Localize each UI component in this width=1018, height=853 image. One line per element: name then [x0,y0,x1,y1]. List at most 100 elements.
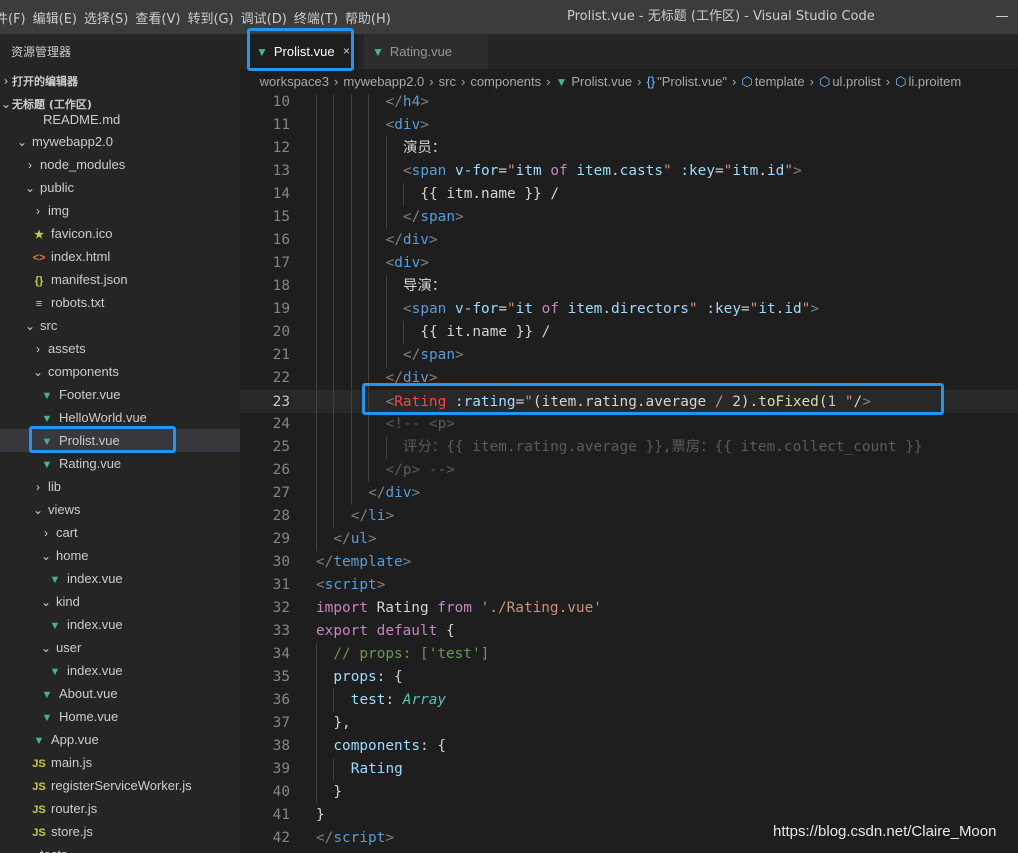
code-line[interactable]: 36 test: Array [240,689,1018,712]
code-line[interactable]: 19 <span v-for="it of item.directors" :ke… [240,298,1018,321]
menu-item[interactable]: 选择(S) [84,8,128,27]
folder-item[interactable]: ⌄ src [0,314,240,337]
code-line[interactable]: 40} [240,781,1018,804]
breadcrumb-item[interactable]: src [439,69,456,94]
tree-item-label: src [40,318,58,333]
code-line[interactable]: 29 </ul> [240,528,1018,551]
file-item[interactable]: ▼ Prolist.vue [0,429,240,452]
code-line[interactable]: 23 <Rating :rating="(item.rating.average … [240,390,1018,414]
file-item[interactable]: {} manifest.json [0,268,240,291]
file-item[interactable]: ▼ index.vue [0,659,240,682]
close-icon[interactable]: × [343,34,350,69]
file-item[interactable]: ▼ HelloWorld.vue [0,406,240,429]
folder-item[interactable]: ⌄ kind [0,590,240,613]
breadcrumb-item[interactable]: Prolist.vue [571,69,632,94]
breadcrumb-item[interactable]: ul.prolist [832,69,880,94]
file-item[interactable]: ▼ Home.vue [0,705,240,728]
breadcrumb-item[interactable]: li.proitem [908,69,961,94]
minimize-icon[interactable] [996,16,1008,17]
file-item[interactable]: ▼ Footer.vue [0,383,240,406]
code-editor[interactable]: 10 </h4> 11 <div> 12 演员： 13 <span v-for="itm of… [240,94,1018,853]
code-text: {{ it.name }} / [420,321,550,344]
code-line[interactable]: 14 {{ itm.name }} / [240,183,1018,206]
code-line[interactable]: 28 </li> [240,505,1018,528]
tree-item-label: tests [40,847,67,853]
code-line[interactable]: 26 </p> --> [240,459,1018,482]
menu-item[interactable]: 帮助(H) [345,8,391,27]
code-line[interactable]: 10 </h4> [240,94,1018,114]
folder-item[interactable]: ⌄ public [0,176,240,199]
file-item[interactable]: ≡ robots.txt [0,291,240,314]
folder-item[interactable]: › img [0,199,240,222]
code-text: import Rating from './Rating.vue' [316,597,602,620]
folder-item[interactable]: › node_modules [0,153,240,176]
file-item[interactable]: ★ favicon.ico [0,222,240,245]
code-line[interactable]: 18 导演： [240,275,1018,298]
code-line[interactable]: 15 </span> [240,206,1018,229]
file-item[interactable]: ▼ About.vue [0,682,240,705]
file-item[interactable]: JS registerServiceWorker.js [0,774,240,797]
indent-guide [333,367,335,390]
folder-item[interactable]: ⌄ home [0,544,240,567]
code-line[interactable]: 39 Rating [240,758,1018,781]
code-line[interactable]: 31 <script> [240,574,1018,597]
code-line[interactable]: 38 components: { [240,735,1018,758]
folder-item[interactable]: › assets [0,337,240,360]
folder-item[interactable]: ⌄ views [0,498,240,521]
menu-item[interactable]: 编辑(E) [33,8,77,27]
file-item[interactable]: JS main.js [0,751,240,774]
tab-rating[interactable]: ▼ Rating.vue [364,34,488,69]
code-line[interactable]: 22 </div> [240,367,1018,390]
folder-item[interactable]: ⌄ user [0,636,240,659]
breadcrumb-item[interactable]: mywebapp2.0 [343,69,424,94]
indent-guide [385,183,387,206]
code-line[interactable]: 21 </span> [240,344,1018,367]
file-item[interactable]: README.md [0,108,240,131]
breadcrumb-item[interactable]: components [470,69,541,94]
folder-item[interactable]: › lib [0,475,240,498]
folder-item[interactable]: › cart [0,521,240,544]
folder-item[interactable]: ⌄ components [0,360,240,383]
file-item[interactable]: JS router.js [0,797,240,820]
menu-item[interactable]: 查看(V) [135,8,180,27]
code-line[interactable]: 12 演员： [240,137,1018,160]
code-line[interactable]: 27 </div> [240,482,1018,505]
code-line[interactable]: 17 <div> [240,252,1018,275]
menu-item[interactable]: 终端(T) [294,8,338,27]
code-line[interactable]: 34 // props: ['test'] [240,643,1018,666]
file-item[interactable]: ▼ index.vue [0,567,240,590]
code-line[interactable]: 11 <div> [240,114,1018,137]
tab-prolist[interactable]: ▼ Prolist.vue × [248,34,358,69]
breadcrumb-item[interactable]: template [755,69,805,94]
code-token: :key [706,301,741,317]
code-line[interactable]: 24 <!-- <p> [240,413,1018,436]
menu-item[interactable]: 转到(G) [187,8,233,27]
breadcrumb-item[interactable]: "Prolist.vue" [657,69,727,94]
menu-item[interactable]: 件(F) [0,8,26,27]
tree-item-label: public [40,180,74,195]
code-line[interactable]: 25 评分：{{ item.rating.average }},票房：{{ ite… [240,436,1018,459]
file-item[interactable]: ▼ App.vue [0,728,240,751]
breadcrumb-item[interactable]: workspace3 [260,69,329,94]
code-token: " [507,163,516,179]
code-line[interactable]: 33 export default { [240,620,1018,643]
file-item[interactable]: ▼ index.vue [0,613,240,636]
code-line[interactable]: 32 import Rating from './Rating.vue' [240,597,1018,620]
code-token: it [758,301,776,317]
code-line[interactable]: 30 </template> [240,551,1018,574]
code-line[interactable]: 13 <span v-for="itm of item.casts" :key="… [240,160,1018,183]
code-line[interactable]: 37}, [240,712,1018,735]
file-item[interactable]: <> index.html [0,245,240,268]
code-line[interactable]: 35 props: { [240,666,1018,689]
code-line[interactable]: 16 </div> [240,229,1018,252]
file-item[interactable]: ▼ Rating.vue [0,452,240,475]
tree-item-label: kind [56,594,80,609]
code-line[interactable]: 20 {{ it.name }} / [240,321,1018,344]
code-token: (item.rating.average [532,394,715,410]
indent-guide [316,137,317,160]
open-editors-section[interactable]: › 打开的编辑器 [0,70,78,92]
menu-item[interactable]: 调试(D) [241,8,287,27]
folder-item[interactable]: › tests [0,843,240,853]
folder-item[interactable]: ⌄ mywebapp2.0 [0,130,240,153]
file-item[interactable]: JS store.js [0,820,240,843]
